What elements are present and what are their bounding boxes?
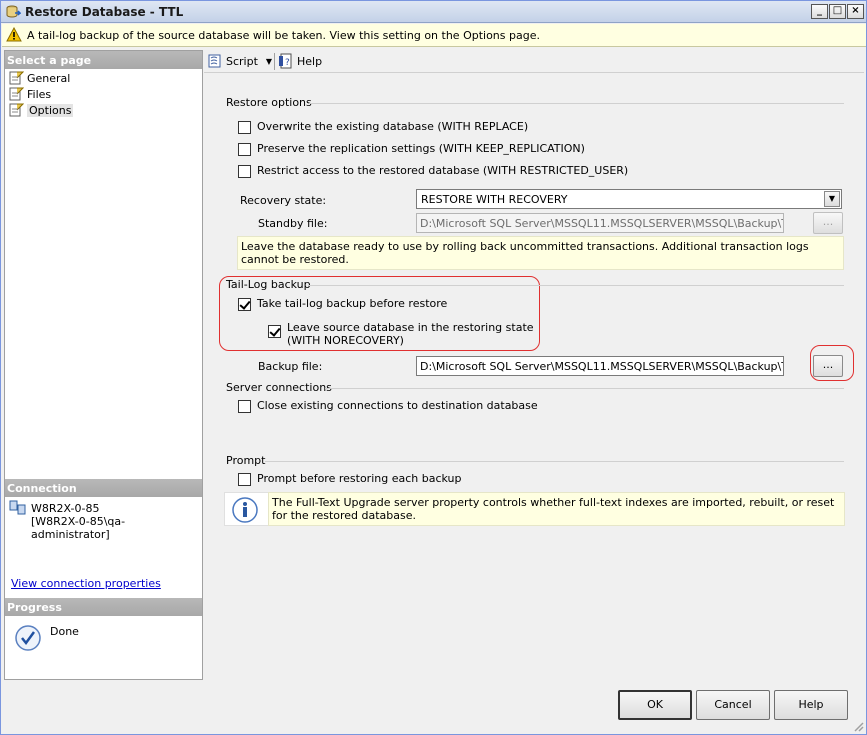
page-icon [9, 87, 24, 101]
server-connections-group-label: Server connections [226, 381, 332, 394]
help-label: Help [297, 54, 323, 68]
backup-file-label: Backup file: [258, 360, 323, 373]
done-checkmark-icon [15, 625, 41, 651]
take-tail-log-label: Take tail-log backup before restore [257, 297, 448, 310]
leave-restoring-label-line2: (WITH NORECOVERY) [287, 334, 404, 347]
recovery-description: Leave the database ready to use by rolli… [237, 236, 844, 270]
overwrite-label: Overwrite the existing database (WITH RE… [257, 120, 529, 133]
take-tail-log-checkbox-row[interactable]: Take tail-log backup before restore [238, 297, 447, 311]
chevron-down-icon[interactable]: ▼ [824, 191, 840, 207]
preserve-replication-checkbox-row[interactable]: Preserve the replication settings (WITH … [238, 142, 585, 156]
page-icon [9, 71, 24, 85]
connection-header: Connection [5, 479, 202, 497]
window-title: Restore Database - TTL [25, 5, 184, 19]
leave-restoring-checkbox-row[interactable]: Leave source database in the restoring s… [268, 321, 534, 347]
select-page-header: Select a page [5, 51, 202, 69]
group-divider [325, 388, 844, 389]
toolbar-separator [274, 53, 275, 70]
chevron-down-icon[interactable]: ▼ [266, 57, 272, 66]
resize-grip-icon[interactable] [852, 720, 864, 732]
connection-user: [W8R2X-0-85\qa-administrator] [31, 515, 126, 541]
overwrite-checkbox[interactable] [238, 121, 251, 134]
database-restore-icon [6, 5, 21, 18]
page-label-general: General [27, 71, 71, 85]
tail-log-group-label: Tail-Log backup [226, 278, 311, 291]
leave-restoring-label-line1: Leave source database in the restoring s… [287, 321, 534, 334]
help-icon: ? [279, 53, 292, 69]
standby-file-browse-button[interactable]: ... [813, 212, 843, 234]
maximize-button[interactable]: □ [829, 4, 846, 19]
recovery-state-value: RESTORE WITH RECOVERY [421, 193, 568, 206]
restore-options-group-label: Restore options [226, 96, 312, 109]
view-connection-properties-link[interactable]: View connection properties [11, 577, 161, 590]
minimize-button[interactable]: _ [811, 4, 828, 19]
help-footer-button[interactable]: Help [774, 690, 848, 720]
close-connections-checkbox-row[interactable]: Close existing connections to destinatio… [238, 399, 538, 413]
page-item-options[interactable]: Options [8, 102, 74, 118]
options-page: Restore options Overwrite the existing d… [204, 73, 864, 680]
leave-restoring-checkbox[interactable] [268, 325, 281, 338]
leave-restoring-label: Leave source database in the restoring s… [287, 321, 534, 347]
preserve-replication-label: Preserve the replication settings (WITH … [257, 142, 585, 155]
restore-database-dialog: Restore Database - TTL _ □ × A tail-log … [0, 0, 867, 735]
restrict-access-label: Restrict access to the restored database… [257, 164, 629, 177]
connection-server: W8R2X-0-85 [31, 502, 100, 515]
prompt-checkbox-row[interactable]: Prompt before restoring each backup [238, 472, 462, 486]
backup-file-browse-button[interactable]: ... [813, 355, 843, 377]
overwrite-checkbox-row[interactable]: Overwrite the existing database (WITH RE… [238, 120, 528, 134]
warning-text: A tail-log backup of the source database… [27, 29, 540, 42]
restrict-access-checkbox[interactable] [238, 165, 251, 178]
standby-file-label: Standby file: [258, 217, 328, 230]
full-text-info-text: The Full-Text Upgrade server property co… [268, 492, 845, 526]
prompt-checkbox[interactable] [238, 473, 251, 486]
prompt-group-label: Prompt [226, 454, 266, 467]
page-label-files: Files [27, 87, 52, 101]
close-connections-label: Close existing connections to destinatio… [257, 399, 538, 412]
close-button[interactable]: × [847, 4, 864, 19]
left-pane: Select a page General Files Options Conn… [4, 50, 203, 680]
preserve-replication-checkbox[interactable] [238, 143, 251, 156]
title-bar[interactable]: Restore Database - TTL _ □ × [1, 1, 866, 23]
script-button[interactable]: Script ▼ [207, 53, 272, 69]
help-button[interactable]: ? Help [278, 53, 322, 69]
progress-status: Done [50, 625, 79, 638]
toolbar: Script ▼ ? Help [204, 50, 864, 73]
page-item-files[interactable]: Files [8, 86, 51, 102]
warning-icon [6, 27, 22, 42]
group-divider [308, 285, 844, 286]
page-item-general[interactable]: General [8, 70, 70, 86]
script-label: Script [226, 54, 258, 68]
prompt-label: Prompt before restoring each backup [257, 472, 462, 485]
take-tail-log-checkbox[interactable] [238, 298, 251, 311]
ok-button[interactable]: OK [618, 690, 692, 720]
svg-text:?: ? [285, 58, 290, 68]
server-connection-icon [9, 500, 26, 515]
info-icon [232, 497, 258, 523]
warning-bar: A tail-log backup of the source database… [2, 24, 866, 47]
page-icon [9, 103, 24, 117]
recovery-state-label: Recovery state: [240, 194, 327, 207]
backup-file-field[interactable]: D:\Microsoft SQL Server\MSSQL11.MSSQLSER… [416, 356, 784, 376]
page-label-options: Options [27, 103, 74, 117]
standby-file-field[interactable]: D:\Microsoft SQL Server\MSSQL11.MSSQLSER… [416, 213, 784, 233]
script-icon [208, 54, 221, 68]
recovery-state-select[interactable]: RESTORE WITH RECOVERY ▼ [416, 189, 842, 209]
close-connections-checkbox[interactable] [238, 400, 251, 413]
progress-header: Progress [5, 598, 202, 616]
group-divider [265, 461, 844, 462]
group-divider [309, 103, 844, 104]
full-text-info-panel: The Full-Text Upgrade server property co… [224, 492, 845, 526]
cancel-button[interactable]: Cancel [696, 690, 770, 720]
restrict-access-checkbox-row[interactable]: Restrict access to the restored database… [238, 164, 628, 178]
